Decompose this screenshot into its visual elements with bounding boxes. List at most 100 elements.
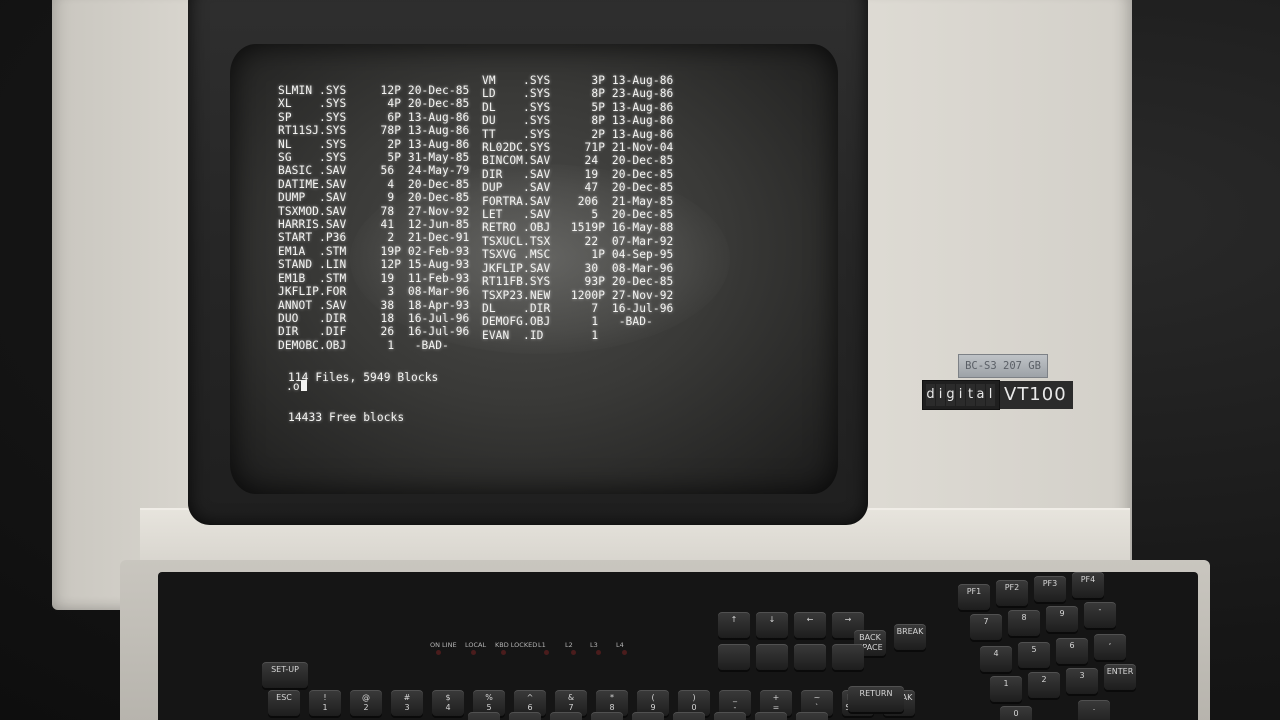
key[interactable]: ! 1	[309, 690, 341, 716]
keyboard-status-leds: ON LINE LOCAL KBD LOCKED L1 L2 L3 L4	[420, 641, 680, 659]
key[interactable]: ←	[794, 612, 826, 638]
directory-entry: RL02DC.SYS 71P 21-Nov-04	[482, 141, 674, 155]
key[interactable]	[794, 644, 826, 670]
led-label: LOCAL	[465, 641, 487, 649]
key[interactable]: 9	[1046, 606, 1078, 632]
key[interactable]	[632, 712, 664, 720]
key[interactable]	[756, 644, 788, 670]
directory-entry: TSXMOD.SAV 78 27-Nov-92	[278, 204, 470, 218]
key[interactable]: 1	[990, 676, 1022, 702]
led-label: KBD LOCKED	[495, 641, 538, 649]
key[interactable]	[796, 712, 828, 720]
directory-entry: START .P36 2 21-Dec-91	[278, 231, 470, 245]
directory-entry: EM1B .STM 19 11-Feb-93	[278, 271, 470, 285]
digital-logo: digital	[922, 380, 1000, 410]
directory-entry: BINCOM.SAV 24 20-Dec-85	[482, 154, 674, 168]
logo-letter: d	[926, 384, 935, 406]
key[interactable]	[550, 712, 582, 720]
key[interactable]: ESC	[268, 690, 300, 716]
directory-entry: DEMOFG.OBJ 1 -BAD-	[482, 315, 653, 329]
key[interactable]: $ 4	[432, 690, 464, 716]
directory-entry: DU .SYS 8P 13-Aug-86	[482, 114, 674, 128]
key[interactable]: -	[1084, 602, 1116, 628]
directory-entry: DIR .DIF 26 16-Jul-96	[278, 325, 470, 339]
directory-entry: HARRIS.SAV 41 12-Jun-85	[278, 218, 470, 232]
key[interactable]: @ 2	[350, 690, 382, 716]
key[interactable]: 7	[970, 614, 1002, 640]
status-led	[596, 650, 601, 655]
key[interactable]: 5	[1018, 642, 1050, 668]
key[interactable]: ,	[1094, 634, 1126, 660]
status-led	[501, 650, 506, 655]
key[interactable]: 6	[1056, 638, 1088, 664]
directory-entry: RT11SJ.SYS 78P 13-Aug-86	[278, 124, 470, 138]
key[interactable]: 8	[1008, 610, 1040, 636]
directory-entry: RETRO .OBJ 1519P 16-May-88	[482, 221, 674, 235]
directory-entry: DATIME.SAV 4 20-Dec-85	[278, 177, 470, 191]
directory-entry: TSXUCL.TSX 22 07-Mar-92	[482, 234, 674, 248]
vt100-logo: digital VT100	[922, 375, 1074, 415]
key[interactable]	[755, 712, 787, 720]
key[interactable]: PF4	[1072, 572, 1104, 598]
key[interactable]: 4	[980, 646, 1012, 672]
key[interactable]: ↓	[756, 612, 788, 638]
directory-entry: NL .SYS 2P 13-Aug-86	[278, 137, 470, 151]
key[interactable]: .	[1078, 700, 1110, 720]
key[interactable]: RETURN	[848, 686, 904, 712]
directory-entry: STAND .LIN 12P 15-Aug-93	[278, 258, 470, 272]
status-led	[622, 650, 627, 655]
directory-column-2: VM .SYS 3P 13-Aug-86 LD .SYS 8P 23-Aug-86…	[482, 74, 673, 342]
key[interactable]	[468, 712, 500, 720]
directory-entry: FORTRA.SAV 206 21-May-85	[482, 194, 674, 208]
key[interactable]: ENTER	[1104, 664, 1136, 690]
key[interactable]: SET-UP	[262, 662, 308, 688]
directory-entry: SG .SYS 5P 31-May-85	[278, 151, 470, 165]
directory-entry: SP .SYS 6P 13-Aug-86	[278, 110, 470, 124]
directory-entry: DUMP .SAV 9 20-Dec-85	[278, 191, 470, 205]
key[interactable]	[718, 644, 750, 670]
directory-entry: LD .SYS 8P 23-Aug-86	[482, 87, 674, 101]
directory-entry: RT11FB.SYS 93P 20-Dec-85	[482, 275, 674, 289]
directory-entry: DIR .SAV 19 20-Dec-85	[482, 167, 674, 181]
directory-entry: SLMIN .SYS 12P 20-Dec-85	[278, 84, 470, 97]
key[interactable]: PF2	[996, 580, 1028, 606]
directory-entry: LET .SAV 5 20-Dec-85	[482, 208, 674, 222]
key[interactable]	[673, 712, 705, 720]
key[interactable]	[591, 712, 623, 720]
text-cursor	[300, 380, 307, 391]
directory-entry: DL .SYS 5P 13-Aug-86	[482, 100, 674, 114]
status-led	[544, 650, 549, 655]
key[interactable]	[714, 712, 746, 720]
key[interactable]: PF1	[958, 584, 990, 610]
directory-entry: DL .DIR 7 16-Jul-96	[482, 301, 674, 315]
key[interactable]: 0	[1000, 706, 1032, 720]
key[interactable]	[509, 712, 541, 720]
status-led	[471, 650, 476, 655]
directory-entry: DUO .DIR 18 16-Jul-96	[278, 311, 470, 325]
directory-entry: XL .SYS 4P 20-Dec-85	[278, 97, 470, 111]
key[interactable]: PF3	[1034, 576, 1066, 602]
led-label: L3	[590, 641, 598, 649]
logo-letter: a	[976, 384, 985, 406]
directory-entry: DUP .SAV 47 20-Dec-85	[482, 181, 674, 195]
key[interactable]	[832, 644, 864, 670]
key[interactable]: ↑	[718, 612, 750, 638]
led-label: L2	[565, 641, 573, 649]
directory-entry: ANNOT .SAV 38 18-Apr-93	[278, 298, 470, 312]
directory-summary: 114 Files, 5949 Blocks 14433 Free blocks	[288, 344, 438, 451]
key[interactable]: BREAK	[894, 624, 926, 650]
directory-entry: TSXVG .MSC 1P 04-Sep-95	[482, 248, 674, 262]
directory-entry: TT .SYS 2P 13-Aug-86	[482, 127, 674, 141]
key[interactable]: # 3	[391, 690, 423, 716]
free-blocks-line: 14433 Free blocks	[288, 411, 405, 425]
command-prompt[interactable]: .o	[286, 380, 307, 393]
led-label: L1	[538, 641, 546, 649]
key[interactable]: 3	[1066, 668, 1098, 694]
vt100-photo: SLMIN .SYS 12P 20-Dec-85 XL .SYS 4P 20-De…	[0, 0, 1280, 720]
logo-letter: g	[946, 384, 955, 406]
logo-letter: l	[986, 384, 995, 406]
directory-entry: JKFLIP.FOR 3 08-Mar-96	[278, 285, 470, 299]
key[interactable]: 2	[1028, 672, 1060, 698]
files-blocks-line: 114 Files, 5949 Blocks	[288, 370, 439, 384]
led-label: ON LINE	[430, 641, 457, 649]
